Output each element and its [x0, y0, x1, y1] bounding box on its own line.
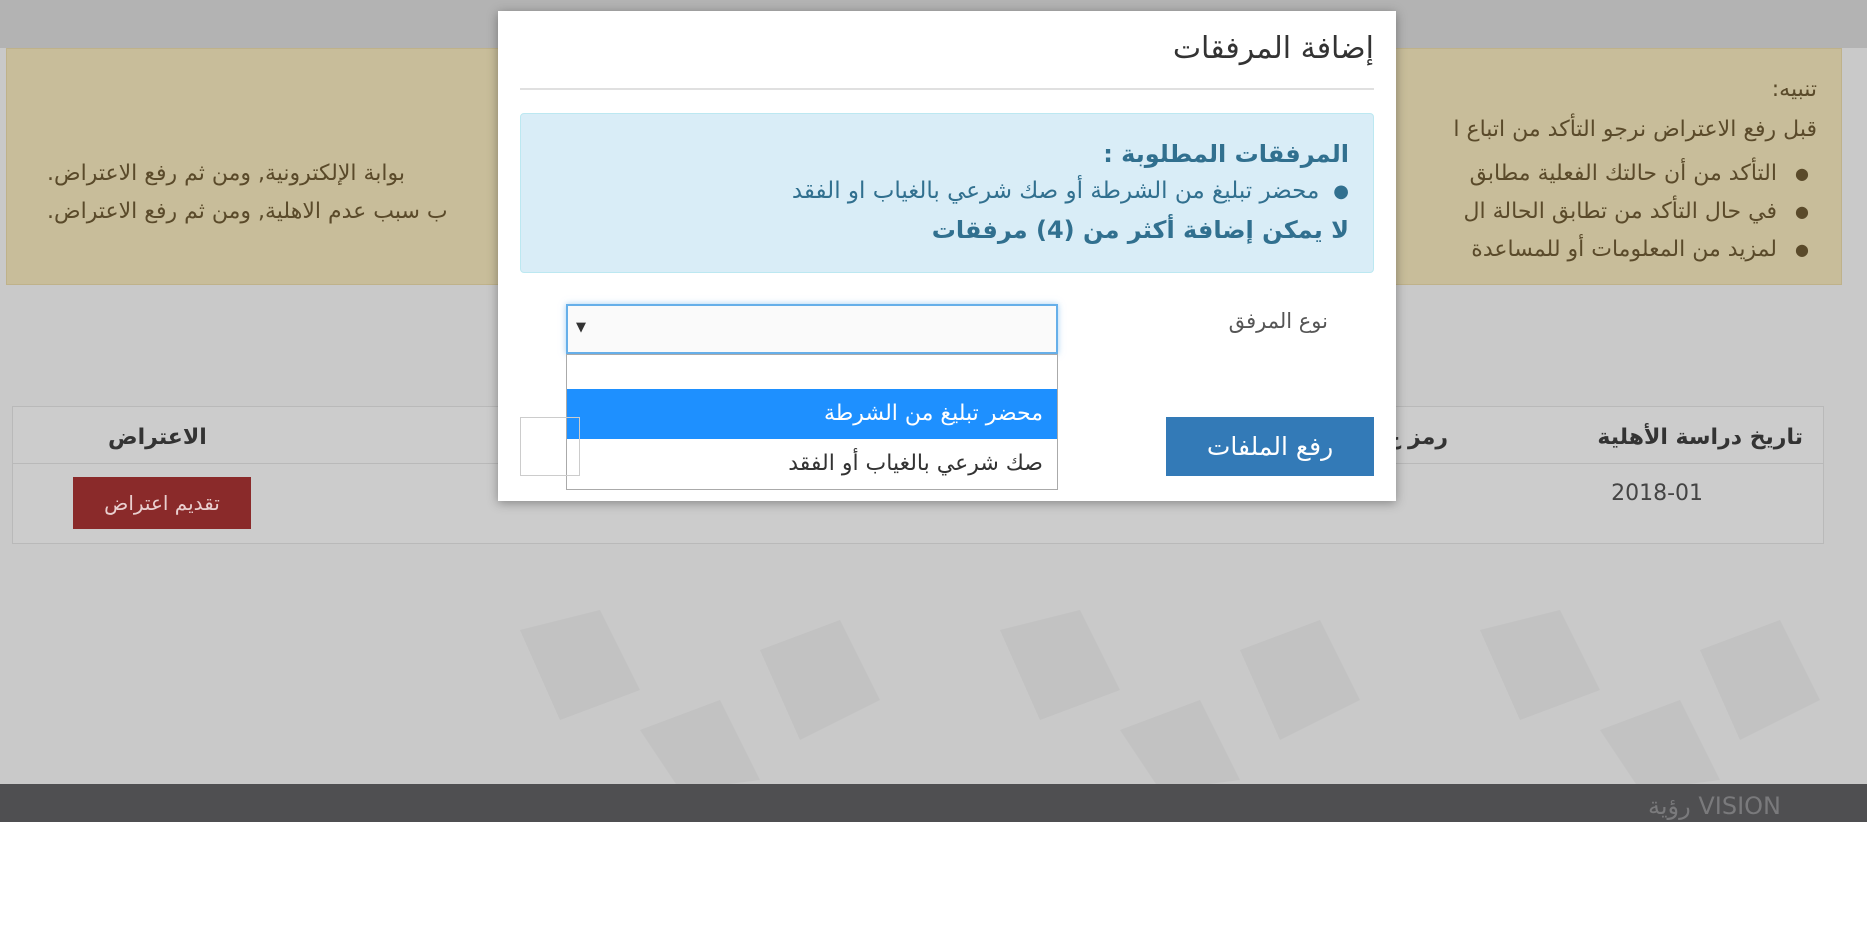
caret-down-icon[interactable]: ▼	[576, 320, 586, 335]
alert-lead: قبل رفع الاعتراض نرجو التأكد من اتباع ا	[1453, 117, 1817, 142]
decorative-pattern	[520, 610, 1820, 790]
attachment-limit-note: لا يمكن إضافة أكثر من (4) مرفقات	[931, 216, 1349, 244]
file-input[interactable]	[520, 417, 580, 476]
dropdown-option-police-report[interactable]: محضر تبليغ من الشرطة	[567, 389, 1057, 439]
required-attachments-label: المرفقات المطلوبة :	[1103, 140, 1349, 168]
header-eligibility-date: تاريخ دراسة الأهلية	[1597, 425, 1803, 450]
add-attachments-modal: إضافة المرفقات المرفقات المطلوبة : ●محضر…	[498, 11, 1396, 501]
footer: رؤية VISION	[0, 784, 1867, 822]
submit-objection-button[interactable]: تقديم اعتراض	[73, 477, 251, 529]
modal-title: إضافة المرفقات	[1172, 31, 1374, 66]
attachment-type-label: نوع المرفق	[1228, 309, 1328, 333]
cell-date: 2018-01	[1611, 481, 1703, 506]
dropdown-option-blank[interactable]	[567, 355, 1057, 389]
header-objection: الاعتراض	[108, 425, 207, 450]
alert-title: تنبيه:	[1771, 77, 1817, 102]
upload-files-button[interactable]: رفع الملفات	[1166, 417, 1374, 476]
vision-logo: رؤية VISION	[1647, 792, 1781, 820]
modal-divider	[520, 88, 1374, 90]
required-attachment-item: ●محضر تبليغ من الشرطة أو صك شرعي بالغياب…	[791, 178, 1349, 204]
bullet-icon: ●	[1333, 181, 1349, 202]
attachment-type-select[interactable]: ▼	[566, 304, 1058, 354]
required-attachments-info: المرفقات المطلوبة : ●محضر تبليغ من الشرط…	[520, 113, 1374, 273]
dropdown-option-legal-deed[interactable]: صك شرعي بالغياب أو الفقد	[567, 439, 1057, 489]
attachment-type-dropdown: محضر تبليغ من الشرطة صك شرعي بالغياب أو …	[566, 354, 1058, 490]
